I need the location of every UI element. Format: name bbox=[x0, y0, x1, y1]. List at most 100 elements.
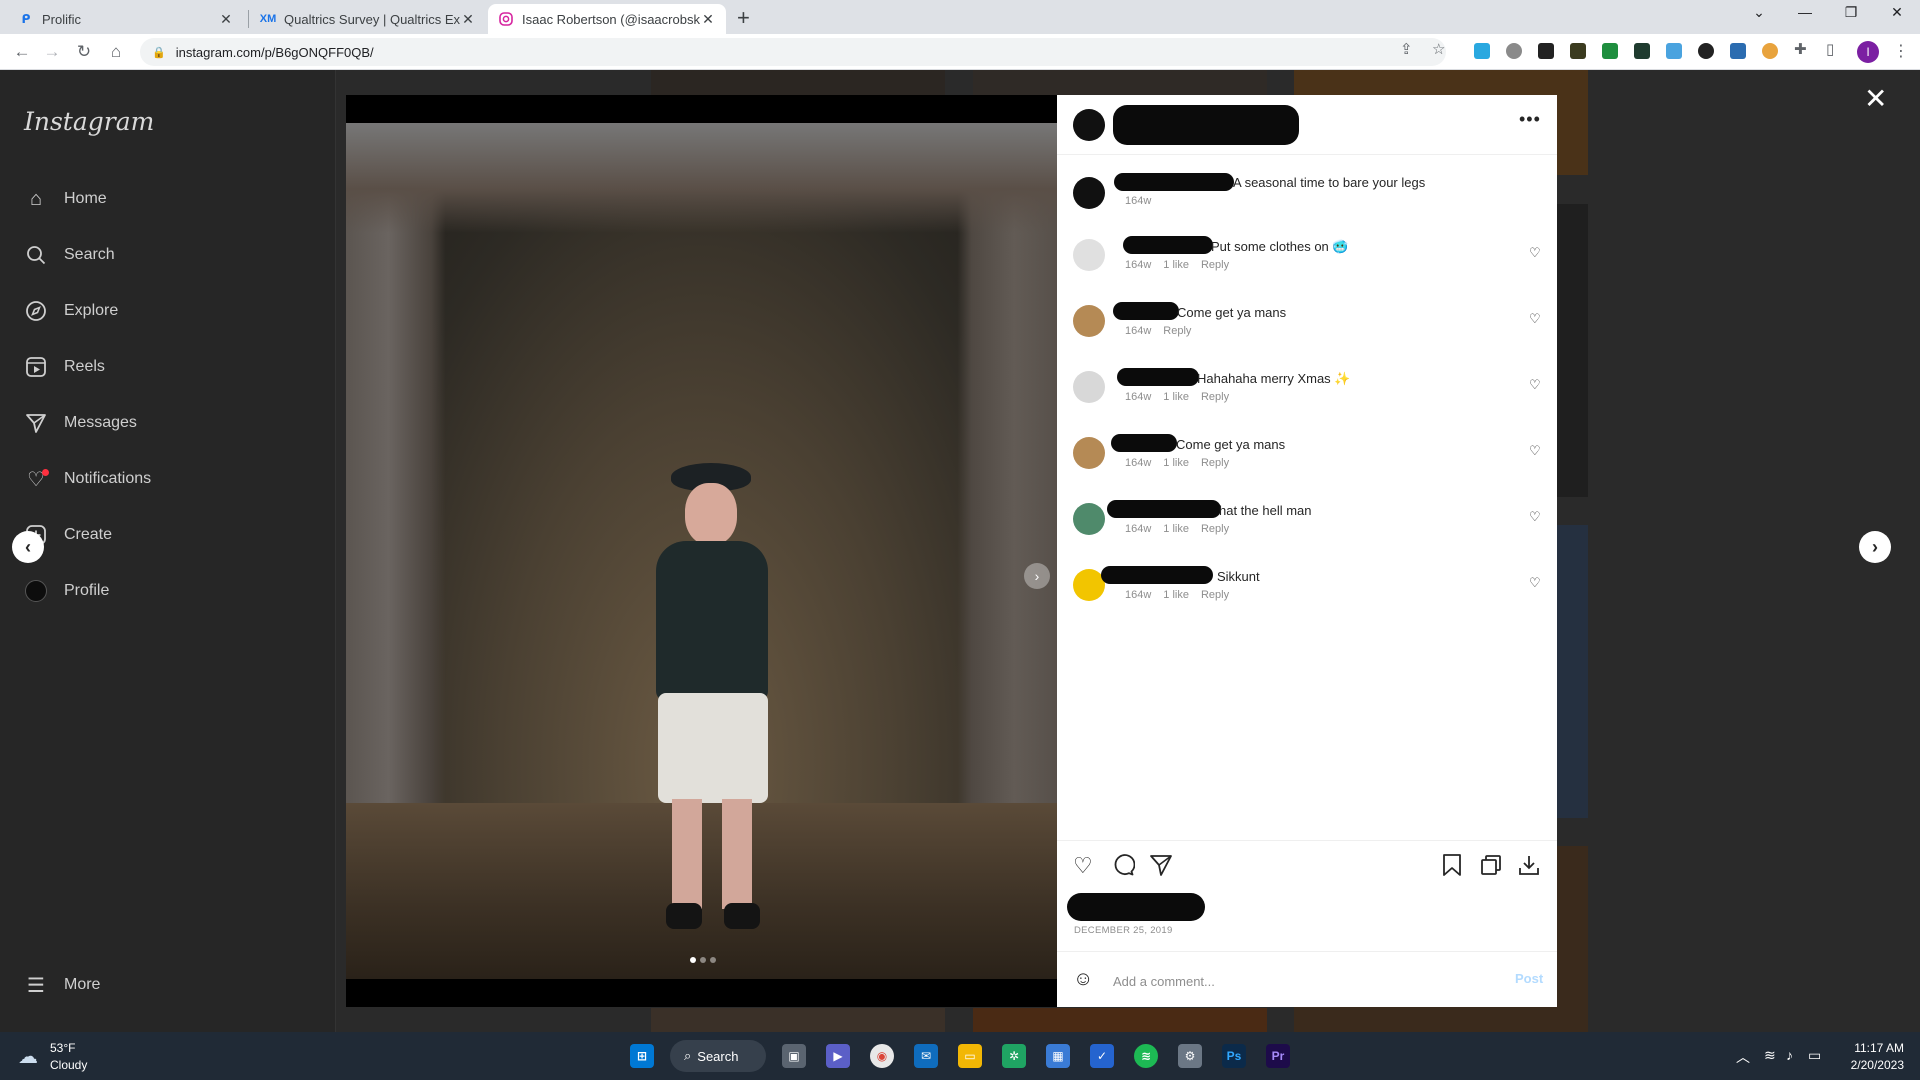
settings-gear-icon[interactable]: ⚙ bbox=[1178, 1044, 1202, 1068]
sidebar-item-more[interactable]: ☰ More bbox=[24, 970, 100, 1000]
share-paper-plane-icon[interactable] bbox=[1149, 853, 1173, 883]
back-icon[interactable]: ← bbox=[10, 40, 34, 64]
commenter-avatar[interactable] bbox=[1073, 437, 1105, 469]
emoji-smile-icon[interactable]: ☺ bbox=[1073, 968, 1093, 991]
close-tab-icon[interactable]: ✕ bbox=[700, 11, 716, 28]
task-view-icon[interactable]: ▣ bbox=[782, 1044, 806, 1068]
restore-icon[interactable]: ❐ bbox=[1828, 4, 1874, 21]
reply-button[interactable]: Reply bbox=[1163, 325, 1191, 337]
comment-likes[interactable]: 1 like bbox=[1163, 523, 1189, 535]
side-panel-icon[interactable]: ▯ bbox=[1826, 40, 1834, 58]
sidebar-item-profile[interactable]: Profile bbox=[24, 576, 109, 606]
new-tab-icon[interactable]: + bbox=[737, 5, 750, 31]
commenter-avatar[interactable] bbox=[1073, 503, 1105, 535]
commenter-avatar[interactable] bbox=[1073, 239, 1105, 271]
teams-chat-icon[interactable]: ▶ bbox=[826, 1044, 850, 1068]
comment-bubble-icon[interactable] bbox=[1111, 853, 1136, 883]
microsoft-store-icon[interactable]: ▦ bbox=[1046, 1044, 1070, 1068]
tab-prolific[interactable]: ᑭ Prolific ✕ bbox=[8, 4, 244, 34]
show-hidden-icons-chevron-icon[interactable]: ︿ bbox=[1736, 1047, 1750, 1067]
like-heart-icon[interactable]: ♡ bbox=[1073, 853, 1093, 879]
spotify-icon[interactable]: ≋ bbox=[1134, 1044, 1158, 1068]
battery-icon[interactable]: ▭ bbox=[1808, 1047, 1821, 1064]
like-comment-heart-icon[interactable]: ♡ bbox=[1529, 443, 1541, 459]
browser-menu-icon[interactable]: ⋮ bbox=[1893, 41, 1909, 61]
previous-post-button[interactable]: ‹ bbox=[12, 531, 44, 563]
sidebar-item-reels[interactable]: Reels bbox=[24, 352, 105, 382]
sidebar-item-explore[interactable]: Explore bbox=[24, 296, 118, 326]
extension-icon[interactable] bbox=[1634, 43, 1650, 59]
forward-icon[interactable]: → bbox=[40, 40, 64, 64]
close-tab-icon[interactable]: ✕ bbox=[460, 11, 476, 28]
more-options-icon[interactable]: ••• bbox=[1519, 109, 1541, 130]
home-browser-icon[interactable]: ⌂ bbox=[104, 40, 128, 64]
like-comment-heart-icon[interactable]: ♡ bbox=[1529, 245, 1541, 261]
like-comment-heart-icon[interactable]: ♡ bbox=[1529, 377, 1541, 393]
tab-instagram[interactable]: Isaac Robertson (@isaacrobskrrt) ✕ bbox=[488, 4, 726, 34]
tab-search-icon[interactable]: ⌄ bbox=[1736, 4, 1782, 21]
extension-icon[interactable] bbox=[1698, 43, 1714, 59]
extension-icon[interactable] bbox=[1506, 43, 1522, 59]
bookmark-star-icon[interactable]: ☆ bbox=[1432, 40, 1445, 58]
reply-button[interactable]: Reply bbox=[1201, 523, 1229, 535]
profile-avatar[interactable]: I bbox=[1857, 41, 1879, 63]
mail-icon[interactable]: ✉ bbox=[914, 1044, 938, 1068]
like-comment-heart-icon[interactable]: ♡ bbox=[1529, 509, 1541, 525]
address-bar[interactable]: 🔒 instagram.com/p/B6gONQFF0QB/ bbox=[140, 38, 1446, 66]
extension-icon[interactable] bbox=[1762, 43, 1778, 59]
copy-icon[interactable] bbox=[1479, 853, 1503, 883]
weather-description[interactable]: Cloudy bbox=[50, 1058, 87, 1072]
close-modal-icon[interactable]: ✕ bbox=[1864, 82, 1887, 115]
commenter-avatar[interactable] bbox=[1073, 305, 1105, 337]
window-close-icon[interactable]: ✕ bbox=[1874, 4, 1920, 21]
commenter-avatar[interactable] bbox=[1073, 371, 1105, 403]
save-bookmark-icon[interactable] bbox=[1441, 853, 1463, 883]
instagram-logo[interactable]: Instagram bbox=[24, 107, 154, 136]
sidebar-item-home[interactable]: ⌂ Home bbox=[24, 184, 107, 214]
extension-icon[interactable] bbox=[1730, 43, 1746, 59]
premiere-icon[interactable]: Pr bbox=[1266, 1044, 1290, 1068]
reply-button[interactable]: Reply bbox=[1201, 589, 1229, 601]
like-comment-heart-icon[interactable]: ♡ bbox=[1529, 311, 1541, 327]
sidebar-item-search[interactable]: Search bbox=[24, 240, 115, 270]
share-icon[interactable]: ⇪ bbox=[1400, 40, 1413, 58]
comment-likes[interactable]: 1 like bbox=[1163, 391, 1189, 403]
tab-qualtrics[interactable]: XM Qualtrics Survey | Qualtrics Exper ✕ bbox=[250, 4, 486, 34]
windows-start-icon[interactable]: ⊞ bbox=[630, 1044, 654, 1068]
file-explorer-icon[interactable]: ▭ bbox=[958, 1044, 982, 1068]
next-post-button[interactable]: › bbox=[1859, 531, 1891, 563]
reply-button[interactable]: Reply bbox=[1201, 391, 1229, 403]
sidebar-item-notifications[interactable]: ♡ Notifications bbox=[24, 464, 151, 494]
sidebar-item-messages[interactable]: Messages bbox=[24, 408, 137, 438]
minimize-icon[interactable]: — bbox=[1782, 4, 1828, 20]
reply-button[interactable]: Reply bbox=[1201, 259, 1229, 271]
like-comment-heart-icon[interactable]: ♡ bbox=[1529, 575, 1541, 591]
todo-icon[interactable]: ✓ bbox=[1090, 1044, 1114, 1068]
wifi-icon[interactable]: ≋ bbox=[1764, 1047, 1776, 1064]
weather-temperature[interactable]: 53°F bbox=[50, 1041, 75, 1055]
clock-time[interactable]: 11:17 AM bbox=[1854, 1041, 1904, 1055]
add-comment-input[interactable] bbox=[1113, 970, 1493, 992]
reply-button[interactable]: Reply bbox=[1201, 457, 1229, 469]
app-icon[interactable]: ✲ bbox=[1002, 1044, 1026, 1068]
extension-icon[interactable] bbox=[1474, 43, 1490, 59]
download-icon[interactable] bbox=[1517, 853, 1541, 883]
author-avatar[interactable] bbox=[1073, 177, 1105, 209]
author-avatar[interactable] bbox=[1073, 109, 1105, 141]
comment-likes[interactable]: 1 like bbox=[1163, 589, 1189, 601]
photo-next-arrow-icon[interactable]: › bbox=[1024, 563, 1050, 589]
comment-likes[interactable]: 1 like bbox=[1163, 457, 1189, 469]
post-photo[interactable]: › bbox=[346, 123, 1057, 979]
extension-icon[interactable] bbox=[1666, 43, 1682, 59]
extension-icon[interactable] bbox=[1570, 43, 1586, 59]
chrome-icon[interactable]: ◉ bbox=[870, 1044, 894, 1068]
reload-icon[interactable]: ↻ bbox=[72, 40, 96, 64]
comment-likes[interactable]: 1 like bbox=[1163, 259, 1189, 271]
cloud-weather-icon[interactable]: ☁ bbox=[18, 1044, 38, 1069]
photoshop-icon[interactable]: Ps bbox=[1222, 1044, 1246, 1068]
puzzle-icon[interactable]: ✚ bbox=[1794, 40, 1807, 58]
close-tab-icon[interactable]: ✕ bbox=[218, 11, 234, 28]
clock-date[interactable]: 2/20/2023 bbox=[1840, 1058, 1904, 1072]
taskbar-search[interactable]: ⌕ Search bbox=[670, 1040, 766, 1072]
post-comment-button[interactable]: Post bbox=[1515, 971, 1543, 986]
